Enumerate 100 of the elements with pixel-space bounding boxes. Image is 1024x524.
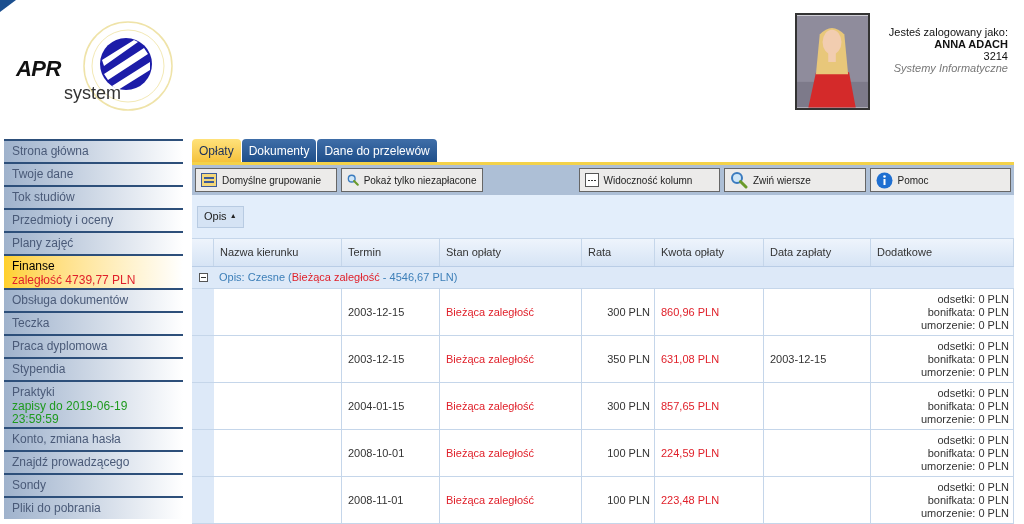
extra-charge-text: bonifkata: 0 PLN [927, 493, 1009, 507]
sidebar-item[interactable]: Praktyki zapisy do 2019-06-19 23:59:59 [4, 380, 183, 427]
column-header[interactable]: Rata [582, 239, 655, 266]
table-cell-text: 2008-11-01 [348, 492, 404, 508]
sidebar-item[interactable]: Sondy [4, 473, 183, 496]
sidebar-note: zapisy do 2019-06-19 23:59:59 [11, 400, 129, 426]
sidebar-item[interactable]: Plany zajęć [4, 231, 183, 254]
extra-charge-text: bonifkata: 0 PLN [927, 399, 1009, 413]
table-cell-text: Bieżąca zaległość [446, 351, 535, 367]
extra-charge-text: odsetki: 0 PLN [937, 339, 1009, 353]
toolbar-button[interactable]: Widoczność kolumn [578, 168, 720, 192]
extra-charge-text: umorzenie: 0 PLN [920, 318, 1009, 332]
sidebar-item[interactable]: Przedmioty i oceny [4, 208, 183, 231]
table-cell-text: 223,48 PLN [661, 492, 720, 508]
sidebar-label: Obsługa dokumentów [12, 292, 130, 309]
tab[interactable]: Opłaty [192, 139, 241, 162]
sidebar-label: Przedmioty i oceny [12, 212, 115, 229]
sidebar-item[interactable]: Konto, zmiana hasła [4, 427, 183, 450]
table-cell-text: 100 PLN [607, 492, 650, 508]
logo-word: system [64, 84, 121, 102]
sidebar-label: Praca dyplomowa [12, 338, 109, 355]
table-cell-text: 631,08 PLN [661, 351, 720, 367]
corner-arc [0, 0, 16, 12]
column-header[interactable]: Stan opłaty [440, 239, 582, 266]
sidebar-label: Praktyki [12, 384, 56, 401]
sidebar-item[interactable]: Praca dyplomowa [4, 334, 183, 357]
table-cell-text: 860,96 PLN [661, 304, 720, 320]
table-cell-text: 300 PLN [607, 304, 650, 320]
table-cell-text: Bieżąca zaległość [446, 398, 535, 414]
sidebar-label: Twoje dane [12, 166, 75, 183]
user-id: 3214 [983, 50, 1008, 62]
extra-charge-text: odsetki: 0 PLN [937, 433, 1009, 447]
table-cell-text: 2004-01-15 [348, 398, 405, 414]
sidebar-label: Strona główna [12, 143, 90, 160]
login-caption: Jesteś zalogowany jako: [888, 26, 1008, 38]
sidebar-label: Plany zajęć [12, 235, 75, 252]
sidebar-item[interactable]: Stypendia [4, 357, 183, 380]
sidebar-label: Znajdź prowadzącego [12, 454, 131, 471]
tab[interactable]: Dane do przelewów [317, 139, 437, 162]
table-cell-text: 2003-12-15 [348, 351, 405, 367]
table-cell-text: Bieżąca zaległość [446, 492, 535, 508]
collapse-icon[interactable] [198, 273, 208, 282]
sidebar-item[interactable]: Obsługa dokumentów [4, 288, 183, 311]
user-unit: Systemy Informatyczne [893, 62, 1008, 74]
sidebar-item[interactable]: Pliki do pobrania [4, 496, 183, 519]
table-cell-text: 857,65 PLN [661, 398, 720, 414]
table-cell-text: 300 PLN [607, 398, 650, 414]
table-cell-text: 2008-10-01 [348, 445, 405, 461]
table-cell-text: Bieżąca zaległość [446, 445, 535, 461]
toolbar-button[interactable]: Pokaż tylko niezapłacone [340, 168, 483, 192]
extra-charge-text: bonifkata: 0 PLN [927, 352, 1009, 366]
sidebar-label: Teczka [12, 315, 51, 332]
sidebar-label: Konto, zmiana hasła [12, 431, 122, 448]
logo-mark: APR [16, 55, 61, 83]
sidebar-label: Stypendia [12, 361, 67, 378]
toolbar-button[interactable]: Zwiń wiersze [724, 168, 866, 192]
search-icon [730, 171, 748, 189]
table-cell-text: 224,59 PLN [661, 445, 720, 461]
info-icon [875, 171, 893, 189]
group-row-label: Opis: Czesne (Bieżąca zaległość - 4546,67 PLN) [218, 270, 458, 286]
extra-charge-text: odsetki: 0 PLN [937, 386, 1009, 400]
extra-charge-text: umorzenie: 0 PLN [920, 365, 1009, 379]
row-gutter [192, 477, 214, 523]
sidebar-note: zaległość 4739,77 PLN [12, 274, 137, 287]
column-header[interactable]: Termin [342, 239, 440, 266]
sidebar-label: Finanse [12, 258, 56, 275]
sidebar-item[interactable]: Teczka [4, 311, 183, 334]
table-cell-text: 350 PLN [607, 351, 650, 367]
toolbar-button[interactable]: Domyślne grupowanie [195, 168, 337, 192]
column-header[interactable]: Data zapłaty [764, 239, 871, 266]
table-cell-text: 2003-12-15 [770, 351, 827, 367]
column-header[interactable]: Nazwa kierunku [214, 239, 342, 266]
tab[interactable]: Dokumenty [241, 139, 317, 162]
sidebar-item[interactable]: Tok studiów [4, 185, 183, 208]
table-cell-text: 2003-12-15 [348, 304, 405, 320]
column-header[interactable]: Dodatkowe [871, 239, 1014, 266]
row-gutter [192, 383, 214, 429]
list-icon [201, 173, 217, 187]
sidebar-item[interactable]: Twoje dane [4, 162, 183, 185]
sidebar-item[interactable]: Znajdź prowadzącego [4, 450, 183, 473]
extra-charge-text: umorzenie: 0 PLN [920, 459, 1009, 473]
row-gutter [192, 430, 214, 476]
extra-charge-text: odsetki: 0 PLN [937, 480, 1009, 494]
row-gutter [192, 336, 214, 382]
sidebar-item[interactable]: Finanse zaległość 4739,77 PLN [4, 254, 183, 288]
extra-charge-text: umorzenie: 0 PLN [920, 412, 1009, 426]
extra-charge-text: bonifkata: 0 PLN [927, 446, 1009, 460]
sidebar-label: Pliki do pobrania [12, 500, 102, 517]
user-name: ANNA ADACH [934, 38, 1008, 50]
sidebar-label: Tok studiów [12, 189, 76, 206]
table-cell-text: 100 PLN [607, 445, 650, 461]
sidebar-label: Sondy [12, 477, 48, 494]
extra-charge-text: odsetki: 0 PLN [937, 292, 1009, 306]
table-cell-text: Bieżąca zaległość [446, 304, 535, 320]
extra-charge-text: bonifkata: 0 PLN [927, 305, 1009, 319]
column-header[interactable]: Kwota opłaty [655, 239, 764, 266]
dots-icon [584, 173, 599, 187]
toolbar-button[interactable]: Pomoc [869, 168, 1011, 192]
extra-charge-text: umorzenie: 0 PLN [920, 506, 1009, 520]
sidebar-item[interactable]: Strona główna [4, 139, 183, 162]
